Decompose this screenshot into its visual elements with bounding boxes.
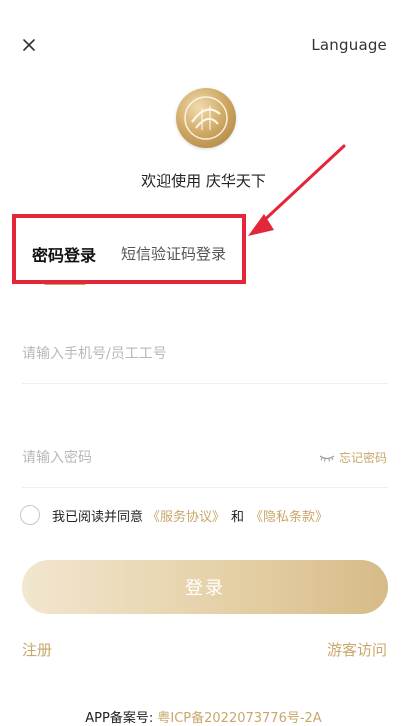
annotation-arrow-icon [248, 144, 346, 236]
icp-record: APP备案号: 粤ICP备2022073776号-2A [0, 707, 407, 726]
agreement-row: 我已阅读并同意 《服务协议》 和 《隐私条款》 [20, 505, 328, 525]
login-button[interactable]: 登录 [22, 560, 388, 614]
guest-access-link[interactable]: 游客访问 [327, 639, 387, 660]
icp-number-link[interactable]: 粤ICP备2022073776号-2A [157, 711, 321, 726]
agreement-prefix: 我已阅读并同意 [52, 509, 144, 525]
forgot-password-label[interactable]: 忘记密码 [339, 449, 387, 466]
logo-emblem-icon [184, 96, 228, 140]
language-button[interactable]: Language [311, 36, 387, 54]
annotation-highlight-box [12, 214, 246, 284]
phone-input[interactable] [22, 342, 282, 366]
close-icon[interactable] [18, 34, 40, 56]
register-link[interactable]: 注册 [22, 639, 52, 660]
agreement-and: 和 [231, 509, 245, 525]
agreement-checkbox[interactable] [20, 505, 40, 525]
service-agreement-link[interactable]: 《服务协议》 [147, 506, 225, 525]
privacy-policy-link[interactable]: 《隐私条款》 [250, 506, 328, 525]
password-input[interactable] [22, 446, 282, 470]
icp-label: APP备案号: [85, 711, 154, 726]
forgot-password-link[interactable]: 忘记密码 [319, 449, 387, 466]
eye-closed-icon[interactable] [319, 453, 335, 463]
phone-field [22, 342, 388, 384]
app-logo [176, 88, 236, 148]
